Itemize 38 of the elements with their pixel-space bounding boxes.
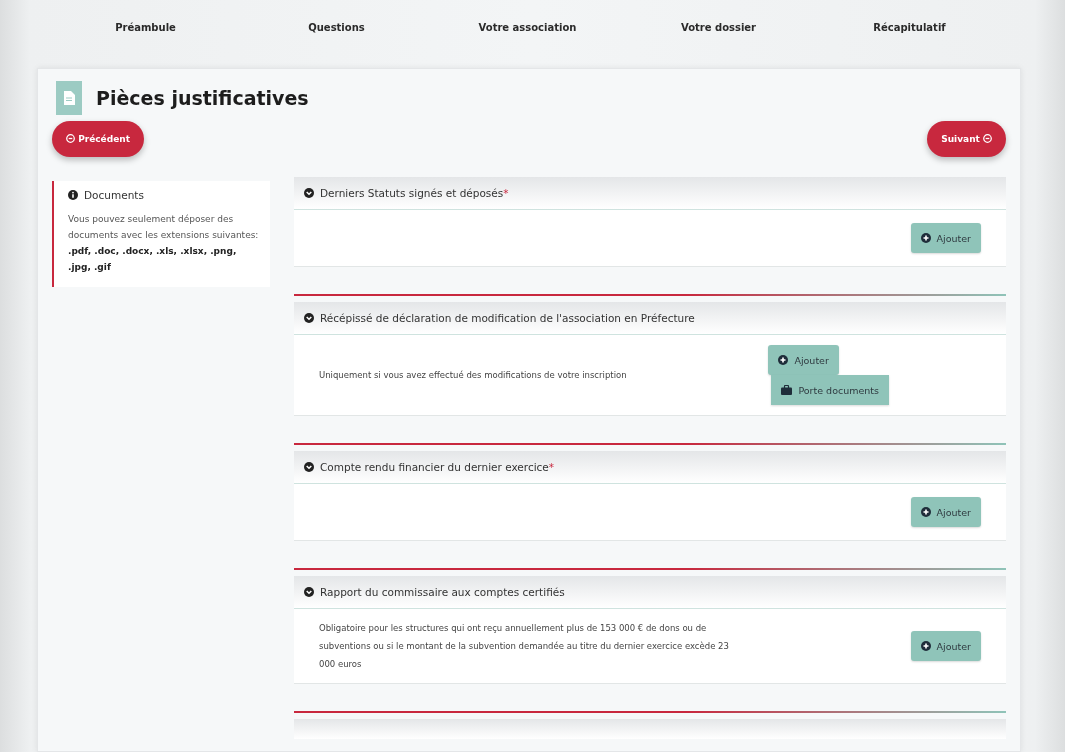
plus-icon: [920, 233, 931, 243]
step-tab[interactable]: Questions: [241, 8, 432, 52]
section-header[interactable]: Compte rendu financier du dernier exercice*: [294, 451, 1006, 484]
section-header[interactable]: Récépissé de déclaration de modification de l'association en Préfecture: [294, 302, 1006, 335]
next-button[interactable]: Suivant: [927, 121, 1006, 157]
previous-button[interactable]: Précédent: [52, 121, 144, 157]
extensions-text: .pdf, .doc, .docx, .xls, .xlsx, .png, .jpg, .gif: [68, 245, 238, 274]
section-header[interactable]: [294, 719, 1006, 739]
add-button[interactable]: Ajouter: [910, 497, 981, 527]
info-text: Vous pouvez seulement déposer des documents avec les extensions suivantes:: [68, 213, 260, 242]
add-button[interactable]: Ajouter: [768, 345, 839, 375]
step-tab[interactable]: Préambule: [50, 8, 241, 52]
section-title: Rapport du commissaire aux comptes certifiés: [320, 586, 565, 598]
chevron-down-icon: [304, 587, 314, 597]
briefcase-button[interactable]: Porte documents: [771, 375, 889, 405]
section-description: Uniquement si vous avez effectué des modifications de votre inscription: [319, 369, 627, 382]
chevron-down-icon: [304, 462, 314, 472]
plus-icon: [920, 507, 931, 517]
add-button[interactable]: Ajouter: [910, 631, 981, 661]
document-icon: [56, 81, 82, 115]
section-description: Obligatoire pour les structures qui ont reçu annuellement plus de 153 000 € de dons ou de subventions ou si le montant de la subvention demandée au titre du dernier exercice excède 23 000 euros: [319, 622, 730, 671]
panel-title: Documents: [84, 189, 144, 201]
step-tab[interactable]: Votre dossier: [623, 8, 814, 52]
page-title: Pièces justificatives: [96, 87, 309, 109]
step-tab[interactable]: Votre association: [432, 8, 623, 52]
plus-icon: [778, 355, 789, 365]
section-title: Derniers Statuts signés et déposés*: [320, 187, 509, 199]
info-icon: [68, 190, 78, 200]
plus-icon: [920, 641, 931, 651]
briefcase-icon: [781, 385, 793, 395]
step-tab[interactable]: Récapitulatif: [814, 8, 1005, 52]
add-button[interactable]: Ajouter: [910, 223, 981, 253]
section-header[interactable]: Rapport du commissaire aux comptes certifiés: [294, 576, 1006, 609]
chevron-down-icon: [304, 313, 314, 323]
section-header[interactable]: Derniers Statuts signés et déposés*: [294, 177, 1006, 210]
section-title: Récépissé de déclaration de modification de l'association en Préfecture: [320, 312, 695, 324]
chevron-down-icon: [304, 188, 314, 198]
section-title: Compte rendu financier du dernier exercice*: [320, 461, 555, 473]
